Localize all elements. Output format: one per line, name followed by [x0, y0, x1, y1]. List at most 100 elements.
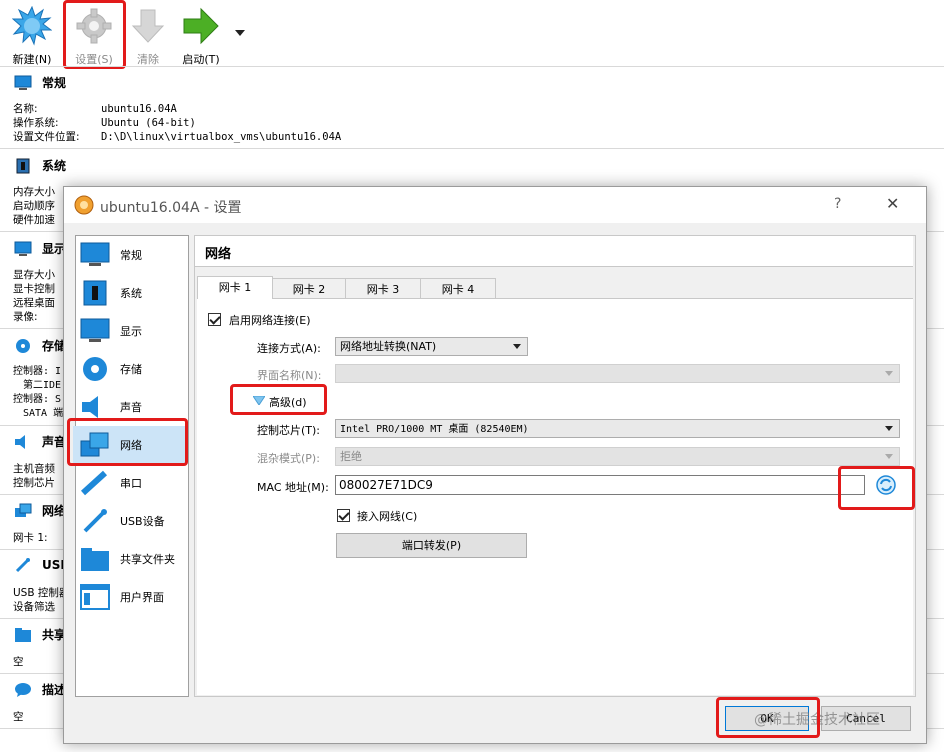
system-title-text: 系统 [42, 159, 67, 173]
adapter-type-select[interactable]: Intel PRO/1000 MT 桌面 (82540EM) [335, 419, 900, 438]
settings-nav: 常规 系统 显示 存储 声音 网络 串口 USB设备 共享文件夹 用户界面 [73, 235, 189, 697]
serial-port-icon [80, 470, 108, 496]
monitor-icon [14, 75, 32, 90]
chip-icon [16, 158, 30, 173]
chevron-down-icon [513, 344, 521, 349]
settings-label: 设置(S) [75, 53, 113, 66]
detail-line: 远程桌面 [13, 297, 55, 309]
general-title-text: 常规 [42, 76, 67, 90]
mac-address-input[interactable]: 080027E71DC9 [335, 475, 865, 495]
tab-adapter-4[interactable]: 网卡 4 [420, 278, 496, 300]
folder-icon [15, 627, 31, 642]
nav-label: 串口 [120, 477, 142, 490]
name-key: 名称: [13, 103, 38, 115]
nav-label: USB设备 [120, 515, 165, 528]
port-forwarding-label: 端口转发(P) [401, 539, 462, 552]
chevron-down-icon [885, 454, 893, 459]
display-details: 显存大小 显卡控制 远程桌面 录像: [13, 268, 55, 324]
description-details: 空 [13, 710, 24, 724]
detail-line: 显存大小 [13, 269, 55, 281]
close-button[interactable]: ✕ [886, 194, 899, 213]
section-header-text: 网络 [205, 247, 232, 262]
nav-item-serial[interactable]: 串口 [76, 464, 188, 502]
tab-adapter-1[interactable]: 网卡 1 [197, 276, 273, 299]
new-button[interactable]: 新建(N) [4, 5, 60, 67]
start-dropdown-icon[interactable] [235, 30, 245, 36]
cable-connected-label: 接入网线(C) [357, 510, 418, 523]
nav-label: 存储 [120, 363, 142, 376]
interface-name-select[interactable] [335, 364, 900, 383]
detail-line: 网卡 1: [13, 532, 48, 544]
nav-item-user-interface[interactable]: 用户界面 [76, 578, 188, 616]
tab-label: 网卡 1 [218, 281, 252, 294]
nav-item-shared-folders[interactable]: 共享文件夹 [76, 540, 188, 578]
general-details: 名称: ubuntu16.04A 操作系统: Ubuntu (64-bit) 设置文… [13, 102, 341, 144]
tab-adapter-3[interactable]: 网卡 3 [345, 278, 421, 300]
nav-item-network[interactable]: 网络 [73, 426, 187, 464]
nav-label: 用户界面 [120, 591, 164, 604]
expand-triangle-icon[interactable] [253, 396, 265, 405]
os-value: Ubuntu (64-bit) [101, 117, 196, 129]
detail-line: 显卡控制 [13, 283, 55, 295]
name-value: ubuntu16.04A [101, 103, 177, 115]
location-value: D:\D\linux\virtualbox_vms\ubuntu16.04A [101, 131, 342, 143]
nav-item-usb[interactable]: USB设备 [76, 502, 188, 540]
settings-button[interactable]: 设置(S) [66, 6, 122, 67]
detail-line: 启动顺序 [13, 200, 55, 212]
tab-label: 网卡 3 [366, 283, 400, 296]
tab-label: 网卡 2 [292, 283, 326, 296]
chevron-down-icon [885, 371, 893, 376]
tab-adapter-2[interactable]: 网卡 2 [272, 278, 346, 300]
enable-network-checkbox[interactable] [208, 313, 221, 326]
nav-item-general[interactable]: 常规 [76, 236, 188, 274]
dialog-titlebar[interactable]: ubuntu16.04A - 设置 ? ✕ [64, 187, 926, 223]
separator [0, 66, 944, 67]
watermark-text: @稀土掘金技术社区 [754, 712, 880, 728]
network-icon [80, 432, 109, 457]
promiscuous-value: 拒绝 [340, 450, 362, 463]
shared-details: 空 [13, 655, 24, 669]
help-button[interactable]: ? [834, 196, 841, 212]
disk-icon [83, 357, 107, 381]
nav-item-storage[interactable]: 存储 [76, 350, 188, 388]
mac-address-value: 080027E71DC9 [339, 478, 433, 492]
promiscuous-select[interactable]: 拒绝 [335, 447, 900, 466]
system-details: 内存大小 启动顺序 硬件加速 [13, 185, 55, 227]
refresh-mac-icon[interactable] [876, 475, 896, 495]
port-forwarding-button[interactable]: 端口转发(P) [336, 533, 527, 558]
attach-value: 网络地址转换(NAT) [340, 340, 437, 353]
usb-icon [83, 509, 107, 533]
disk-icon [16, 338, 30, 353]
dialog-title: ubuntu16.04A - 设置 [100, 200, 242, 216]
detail-line: 主机音频 [13, 463, 55, 475]
attach-select[interactable]: 网络地址转换(NAT) [335, 337, 528, 356]
window-icon [80, 584, 110, 610]
audio-section-title: 声音 [14, 433, 66, 450]
nav-label: 显示 [120, 325, 142, 338]
audio-details: 主机音频 控制芯片 [13, 462, 55, 490]
clear-button[interactable]: 清除 [120, 6, 176, 67]
detail-line: 空 [13, 711, 24, 723]
tab-label: 网卡 4 [441, 283, 475, 296]
speaker-icon [82, 396, 98, 418]
speech-bubble-icon [15, 682, 31, 697]
section-header: 网络 [195, 236, 913, 267]
nav-label: 声音 [120, 401, 142, 414]
adapter-type-label: 控制芯片(T): [257, 424, 321, 437]
nav-item-system[interactable]: 系统 [76, 274, 188, 312]
adapter-type-value: Intel PRO/1000 MT 桌面 (82540EM) [340, 424, 529, 435]
detail-line: 录像: [13, 311, 38, 323]
cable-connected-checkbox[interactable] [337, 509, 350, 522]
detail-line: 空 [13, 656, 24, 668]
nav-item-audio[interactable]: 声音 [76, 388, 188, 426]
storage-section-title: 存储 [14, 337, 66, 354]
detail-line: 设备筛选 [13, 601, 55, 613]
nav-label: 共享文件夹 [120, 553, 175, 566]
start-button[interactable]: 启动(T) [173, 6, 229, 67]
advanced-toggle[interactable]: 高级(d) [269, 394, 307, 410]
display-section-title: 显示 [14, 240, 66, 257]
detail-line: 控制器: S [13, 394, 62, 405]
green-arrow-icon [183, 7, 219, 45]
mac-address-label: MAC 地址(M): [257, 481, 329, 494]
nav-item-display[interactable]: 显示 [76, 312, 188, 350]
